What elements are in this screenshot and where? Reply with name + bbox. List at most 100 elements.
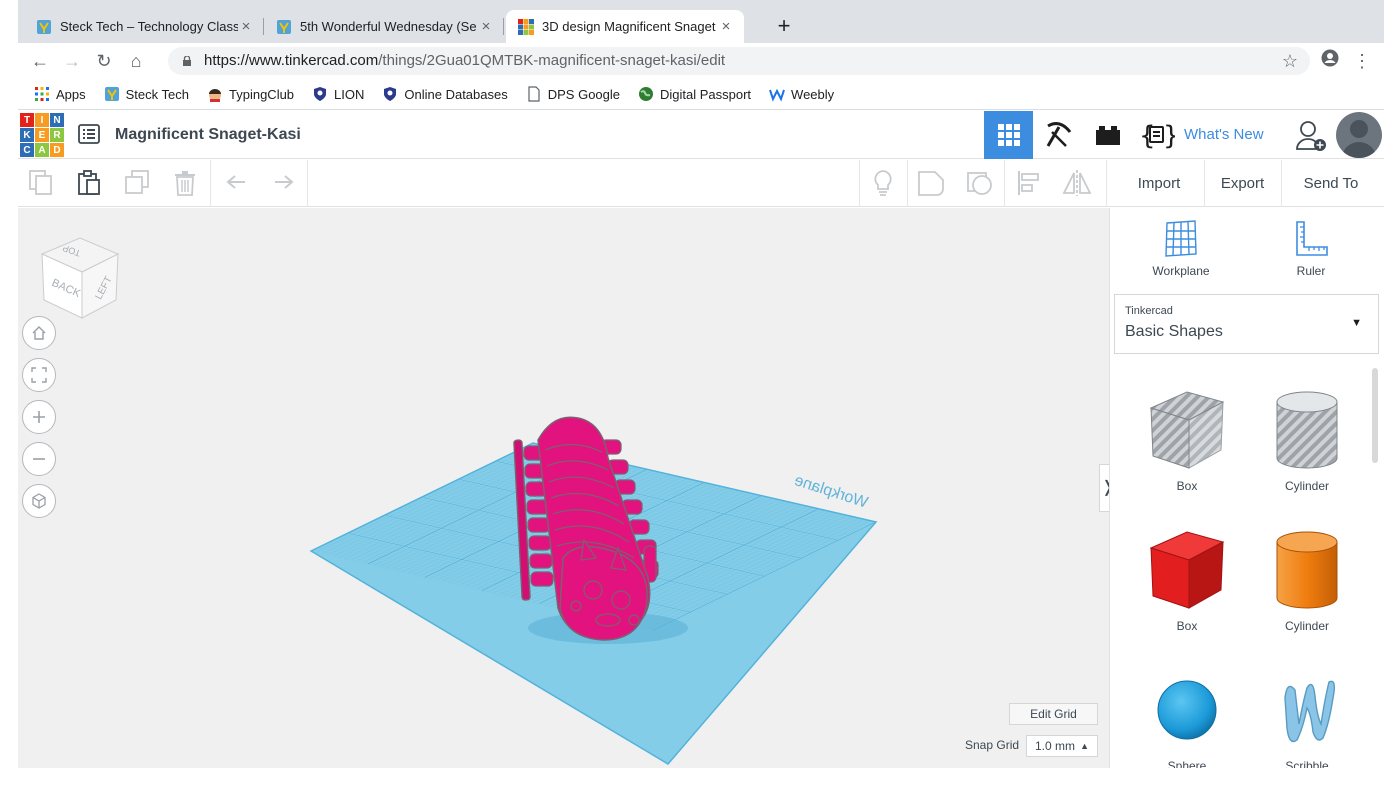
- bookmark-star-icon[interactable]: ☆: [1278, 49, 1302, 73]
- avatar[interactable]: [1336, 112, 1382, 158]
- group-button[interactable]: [916, 168, 946, 198]
- apps-grid-icon: [35, 87, 49, 101]
- plus-icon: [33, 411, 45, 423]
- workplane-icon: [1165, 220, 1197, 257]
- workplane-scene[interactable]: Workplane: [18, 208, 1109, 768]
- library-source: Tinkercad: [1125, 305, 1173, 317]
- edit-grid-button[interactable]: Edit Grid: [1009, 703, 1098, 725]
- bookmark-lion[interactable]: LION: [312, 86, 364, 102]
- mirror-button[interactable]: [1062, 168, 1092, 198]
- new-tab-button[interactable]: +: [770, 14, 798, 40]
- shield-icon: [384, 87, 397, 101]
- cylinder-hole-icon: [1276, 391, 1338, 469]
- cube-outline-icon: [32, 493, 46, 509]
- paste-button[interactable]: [74, 168, 104, 198]
- shape-box-hole[interactable]: Box: [1132, 388, 1242, 493]
- tinkercad-favicon-icon: [518, 18, 534, 35]
- shape-label: Box: [1176, 619, 1198, 633]
- home-icon: [32, 326, 46, 340]
- codeblocks-view-button[interactable]: {}: [1132, 111, 1181, 159]
- shape-cylinder[interactable]: Cylinder: [1252, 528, 1362, 633]
- bricks-view-button[interactable]: [1083, 111, 1132, 159]
- close-tab-icon[interactable]: ×: [238, 18, 254, 35]
- 3d-workspace[interactable]: Workplane TOP BACK LEFT Edit Grid Snap G…: [18, 208, 1109, 768]
- 3d-view-button[interactable]: [984, 111, 1033, 159]
- bookmark-label: Steck Tech: [125, 86, 189, 102]
- bookmark-weebly[interactable]: Weebly: [769, 86, 834, 102]
- whats-new-link[interactable]: What's New: [1184, 126, 1264, 143]
- back-arrow-icon[interactable]: ←: [28, 49, 52, 73]
- zoom-out-button[interactable]: [22, 442, 56, 476]
- mirror-icon: [1062, 170, 1092, 196]
- menu-dots-icon[interactable]: ⋮: [1350, 49, 1374, 73]
- shape-scribble[interactable]: Scribble: [1252, 668, 1362, 768]
- logo-tile: N: [50, 113, 64, 127]
- notes-button[interactable]: [868, 168, 898, 198]
- toolbar-divider: [907, 160, 908, 207]
- forward-arrow-icon[interactable]: →: [60, 49, 84, 73]
- export-button[interactable]: Export: [1204, 160, 1281, 207]
- shape-label: Cylinder: [1284, 619, 1329, 633]
- import-button[interactable]: Import: [1114, 160, 1204, 207]
- browser-tab-tinkercad[interactable]: 3D design Magnificent Snaget ×: [506, 10, 744, 43]
- delete-button[interactable]: [170, 168, 200, 198]
- shape-sphere[interactable]: Sphere: [1132, 668, 1242, 768]
- bookmark-label: Apps: [56, 86, 86, 102]
- code-braces-icon: {}: [1139, 121, 1175, 151]
- send-to-button[interactable]: Send To: [1281, 160, 1381, 207]
- align-icon: [1018, 171, 1039, 195]
- logo-tile: R: [50, 128, 64, 142]
- tinkercad-logo[interactable]: TIN KER CAD: [20, 113, 64, 157]
- brick-icon: [1095, 126, 1120, 145]
- home-view-button[interactable]: [22, 316, 56, 350]
- view-cube[interactable]: TOP BACK LEFT: [38, 234, 122, 324]
- home-icon[interactable]: ⌂: [124, 49, 148, 73]
- browser-tab-steck-tech[interactable]: Steck Tech – Technology Class ×: [24, 10, 264, 43]
- tab-title: 5th Wonderful Wednesday (Se: [300, 19, 477, 34]
- panel-scrollbar[interactable]: [1372, 368, 1378, 463]
- zoom-in-button[interactable]: [22, 400, 56, 434]
- close-tab-icon[interactable]: ×: [718, 18, 734, 35]
- bookmark-typingclub[interactable]: TypingClub: [207, 86, 294, 102]
- close-tab-icon[interactable]: ×: [478, 18, 494, 35]
- shape-label: Cylinder: [1284, 479, 1329, 493]
- bookmark-apps[interactable]: Apps: [34, 86, 86, 102]
- bookmark-dps-google[interactable]: DPS Google: [526, 86, 620, 102]
- duplicate-button[interactable]: [122, 168, 152, 198]
- reload-icon[interactable]: ↻: [92, 49, 116, 73]
- perspective-toggle-button[interactable]: [22, 484, 56, 518]
- logo-tile: D: [50, 143, 64, 157]
- browser-tab-wonderful-wednesday[interactable]: 5th Wonderful Wednesday (Se ×: [264, 10, 504, 43]
- group-icon: [918, 171, 944, 196]
- ungroup-button[interactable]: [965, 168, 995, 198]
- copy-button[interactable]: [26, 168, 56, 198]
- address-bar[interactable]: https://www.tinkercad.com/things/2Gua01Q…: [168, 47, 1310, 75]
- bookmark-digital-passport[interactable]: Digital Passport: [638, 86, 751, 102]
- workplane-tool[interactable]: Workplane: [1126, 220, 1236, 278]
- account-icon[interactable]: [1318, 49, 1342, 73]
- logo-tile: I: [35, 113, 49, 127]
- lock-icon: [183, 56, 191, 66]
- redo-button[interactable]: [268, 168, 298, 198]
- bookmark-online-databases[interactable]: Online Databases: [382, 86, 508, 102]
- globe-icon: [639, 87, 653, 101]
- bookmark-label: Online Databases: [404, 86, 508, 102]
- shape-library-dropdown[interactable]: Tinkercad Basic Shapes ▼: [1114, 294, 1379, 354]
- shape-cylinder-hole[interactable]: Cylinder: [1252, 388, 1362, 493]
- collapse-panel-button[interactable]: ❭: [1099, 464, 1109, 512]
- fit-view-button[interactable]: [22, 358, 56, 392]
- minecraft-view-button[interactable]: [1034, 111, 1083, 159]
- add-user-icon[interactable]: [1294, 119, 1328, 153]
- ruler-tool[interactable]: Ruler: [1256, 220, 1366, 278]
- undo-button[interactable]: [222, 168, 252, 198]
- align-button[interactable]: [1014, 168, 1044, 198]
- pickaxe-icon: [1046, 122, 1071, 147]
- design-list-icon[interactable]: [78, 124, 100, 144]
- shape-grid: Box Cylinder Box Cylinder Sphere Scribbl…: [1110, 368, 1375, 768]
- design-title[interactable]: Magnificent Snaget-Kasi: [115, 126, 301, 144]
- snap-grid-select[interactable]: 1.0 mm ▲: [1026, 735, 1098, 757]
- bookmark-steck-tech[interactable]: Steck Tech: [104, 86, 189, 102]
- shape-box[interactable]: Box: [1132, 528, 1242, 633]
- steck-tech-icon: [104, 87, 119, 101]
- fit-all-icon: [31, 367, 47, 383]
